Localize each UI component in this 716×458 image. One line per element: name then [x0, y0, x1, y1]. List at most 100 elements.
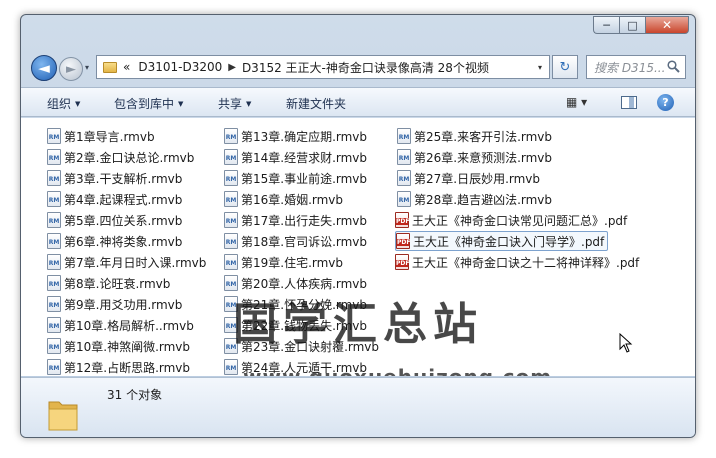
view-options-icon[interactable]: ▦ ▾ [566, 95, 587, 109]
video-file-icon: RM [47, 296, 61, 312]
video-file-icon: RM [47, 212, 61, 228]
video-file-item[interactable]: RM 第2章.金口诀总论.rmvb [47, 147, 194, 167]
video-file-item[interactable]: RM 第22章.钱物丢失.rmvb [224, 315, 367, 335]
video-file-item[interactable]: RM 第7章.年月日时入课.rmvb [47, 252, 206, 272]
file-name: 王大正《神奇金口诀之十二将神详释》.pdf [412, 255, 640, 270]
video-file-item[interactable]: RM 第24章.人元遁干.rmvb [224, 357, 367, 376]
video-file-item[interactable]: RM 第20章.人体疾病.rmvb [224, 273, 367, 293]
share-menu[interactable]: 共享 ▼ [218, 95, 251, 112]
address-bar[interactable]: « D3101-D3200 ▶ D3152 王正大-神奇金口诀录像高清 28个视… [96, 55, 550, 79]
file-name: 第26章.来意预测法.rmvb [414, 150, 553, 165]
file-name: 第10章.神煞阐微.rmvb [64, 339, 191, 354]
file-type-badge: RM [48, 197, 60, 204]
file-type-badge: RM [48, 281, 60, 288]
pdf-file-icon: PDF [396, 233, 410, 249]
video-file-item[interactable]: RM 第1章导言.rmvb [47, 126, 155, 146]
video-file-item[interactable]: RM 第5章.四位关系.rmvb [47, 210, 182, 230]
file-type-badge: RM [225, 218, 237, 225]
file-type-badge: RM [225, 302, 237, 309]
help-icon[interactable]: ? [657, 94, 674, 111]
preview-pane-icon[interactable] [621, 96, 637, 109]
file-name: 第17章.出行走失.rmvb [241, 213, 368, 228]
video-file-item[interactable]: RM 第18章.官司诉讼.rmvb [224, 231, 367, 251]
video-file-item[interactable]: RM 第6章.神将类象.rmvb [47, 231, 182, 251]
video-file-item[interactable]: RM 第15章.事业前途.rmvb [224, 168, 367, 188]
pdf-file-item[interactable]: PDF 王大正《神奇金口诀之十二将神详释》.pdf [395, 252, 639, 272]
video-file-item[interactable]: RM 第13章.确定应期.rmvb [224, 126, 367, 146]
item-count: 31 个对象 [107, 388, 163, 402]
file-name: 第2章.金口诀总论.rmvb [64, 150, 195, 165]
file-type-badge: RM [48, 134, 60, 141]
video-file-icon: RM [224, 170, 238, 186]
file-name: 第25章.来客开引法.rmvb [414, 129, 553, 144]
file-type-badge: RM [225, 260, 237, 267]
breadcrumb-overflow[interactable]: « [123, 60, 130, 74]
video-file-item[interactable]: RM 第23章.金口诀射覆.rmvb [224, 336, 379, 356]
video-file-icon: RM [224, 359, 238, 375]
file-name: 第24章.人元遁干.rmvb [241, 360, 368, 375]
video-file-item[interactable]: RM 第14章.经营求财.rmvb [224, 147, 367, 167]
video-file-item[interactable]: RM 第3章.干支解析.rmvb [47, 168, 182, 188]
file-type-badge: RM [225, 155, 237, 162]
organize-menu[interactable]: 组织 ▼ [47, 95, 80, 112]
file-name: 第13章.确定应期.rmvb [241, 129, 368, 144]
folder-icon [103, 61, 117, 73]
pdf-file-item[interactable]: PDF 王大正《神奇金口诀入门导学》.pdf [395, 231, 609, 251]
maximize-button[interactable]: □ [619, 16, 645, 34]
breadcrumb-separator-icon[interactable]: ▶ [228, 62, 236, 73]
video-file-item[interactable]: RM 第21章.怀孕分娩.rmvb [224, 294, 367, 314]
video-file-item[interactable]: RM 第10章.神煞阐微.rmvb [47, 336, 190, 356]
address-dropdown-icon[interactable]: ▾ [531, 56, 549, 78]
file-type-badge: RM [225, 239, 237, 246]
breadcrumb-item[interactable]: D3101-D3200 [138, 60, 222, 74]
file-name: 第18章.官司诉讼.rmvb [241, 234, 368, 249]
minimize-button[interactable]: ─ [593, 16, 619, 34]
search-input[interactable]: 搜索 D315... [586, 55, 686, 79]
file-name: 第21章.怀孕分娩.rmvb [241, 297, 368, 312]
recent-pages-icon[interactable]: ▾ [85, 63, 89, 72]
forward-button[interactable]: ► [59, 57, 83, 81]
video-file-item[interactable]: RM 第16章.婚姻.rmvb [224, 189, 343, 209]
video-file-icon: RM [224, 233, 238, 249]
include-in-library-menu[interactable]: 包含到库中 ▼ [114, 95, 183, 112]
file-name: 第5章.四位关系.rmvb [64, 213, 183, 228]
back-button[interactable]: ◄ [31, 55, 57, 81]
video-file-item[interactable]: RM 第26章.来意预测法.rmvb [397, 147, 552, 167]
chevron-down-icon: ▼ [246, 100, 252, 108]
pdf-file-icon: PDF [395, 254, 409, 270]
breadcrumb-item[interactable]: D3152 王正大-神奇金口诀录像高清 28个视频 [242, 59, 489, 76]
video-file-icon: RM [47, 149, 61, 165]
video-file-item[interactable]: RM 第17章.出行走失.rmvb [224, 210, 367, 230]
file-type-badge: RM [225, 134, 237, 141]
video-file-icon: RM [397, 149, 411, 165]
file-list[interactable]: RM 第1章导言.rmvb RM 第2章.金口诀总论.rmvb RM 第3章.干支解析.r… [21, 118, 695, 376]
file-type-badge: PDF [396, 218, 410, 225]
video-file-item[interactable]: RM 第12章.占断思路.rmvb [47, 357, 190, 376]
refresh-button[interactable]: ↻ [552, 55, 578, 79]
search-icon[interactable] [667, 60, 680, 73]
video-file-item[interactable]: RM 第27章.日辰妙用.rmvb [397, 168, 540, 188]
title-bar[interactable]: ─ □ ✕ [21, 15, 695, 45]
video-file-icon: RM [224, 212, 238, 228]
pdf-file-item[interactable]: PDF 王大正《神奇金口诀常见问题汇总》.pdf [395, 210, 627, 230]
file-type-badge: RM [225, 281, 237, 288]
video-file-item[interactable]: RM 第8章.论旺衰.rmvb [47, 273, 170, 293]
video-file-item[interactable]: RM 第19章.住宅.rmvb [224, 252, 343, 272]
video-file-icon: RM [47, 233, 61, 249]
close-button[interactable]: ✕ [645, 16, 689, 34]
file-name: 第16章.婚姻.rmvb [241, 192, 344, 207]
file-name: 第3章.干支解析.rmvb [64, 171, 183, 186]
video-file-item[interactable]: RM 第25章.来客开引法.rmvb [397, 126, 552, 146]
file-name: 第7章.年月日时入课.rmvb [64, 255, 207, 270]
video-file-item[interactable]: RM 第4章.起课程式.rmvb [47, 189, 182, 209]
video-file-item[interactable]: RM 第9章.用爻功用.rmvb [47, 294, 182, 314]
file-name: 第6章.神将类象.rmvb [64, 234, 183, 249]
command-bar: 组织 ▼ 包含到库中 ▼ 共享 ▼ 新建文件夹 ▦ ▾ ? [21, 87, 695, 117]
video-file-item[interactable]: RM 第10章.格局解析..rmvb [47, 315, 194, 335]
file-type-badge: RM [225, 323, 237, 330]
new-folder-button[interactable]: 新建文件夹 [286, 95, 346, 112]
file-name: 第23章.金口诀射覆.rmvb [241, 339, 380, 354]
video-file-icon: RM [224, 128, 238, 144]
video-file-icon: RM [224, 254, 238, 270]
video-file-item[interactable]: RM 第28章.趋吉避凶法.rmvb [397, 189, 552, 209]
